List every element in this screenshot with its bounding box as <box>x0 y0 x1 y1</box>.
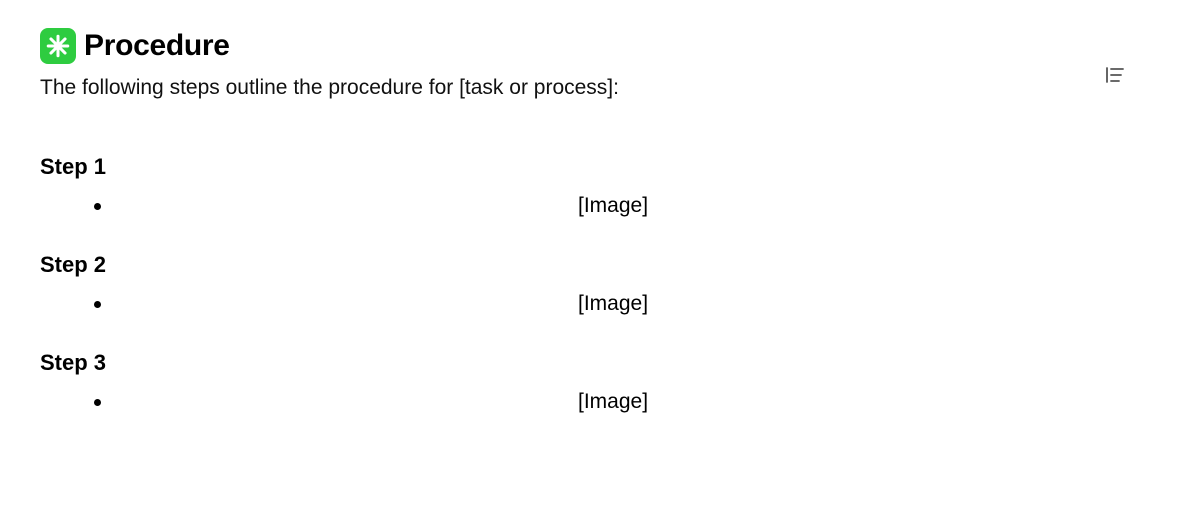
image-placeholder[interactable]: [Image] <box>578 292 648 316</box>
step-block: Step 2 [Image] <box>40 252 1160 316</box>
bullet[interactable] <box>40 294 160 314</box>
image-placeholder[interactable]: [Image] <box>578 194 648 218</box>
asterisk-badge-icon <box>40 28 76 64</box>
step-title[interactable]: Step 2 <box>40 252 1160 278</box>
step-row: [Image] <box>40 292 1160 316</box>
outline-toggle-icon <box>1106 67 1124 83</box>
bullet[interactable] <box>40 392 160 412</box>
step-row: [Image] <box>40 194 1160 218</box>
step-row: [Image] <box>40 390 1160 414</box>
intro-paragraph[interactable]: The following steps outline the procedur… <box>40 76 1160 100</box>
step-title[interactable]: Step 3 <box>40 350 1160 376</box>
section-heading-row: Procedure <box>40 28 1160 64</box>
bullet[interactable] <box>40 196 160 216</box>
outline-toggle-button[interactable] <box>1104 64 1126 86</box>
image-placeholder[interactable]: [Image] <box>578 390 648 414</box>
step-block: Step 1 [Image] <box>40 154 1160 218</box>
step-title[interactable]: Step 1 <box>40 154 1160 180</box>
section-title[interactable]: Procedure <box>84 29 230 63</box>
step-block: Step 3 [Image] <box>40 350 1160 414</box>
